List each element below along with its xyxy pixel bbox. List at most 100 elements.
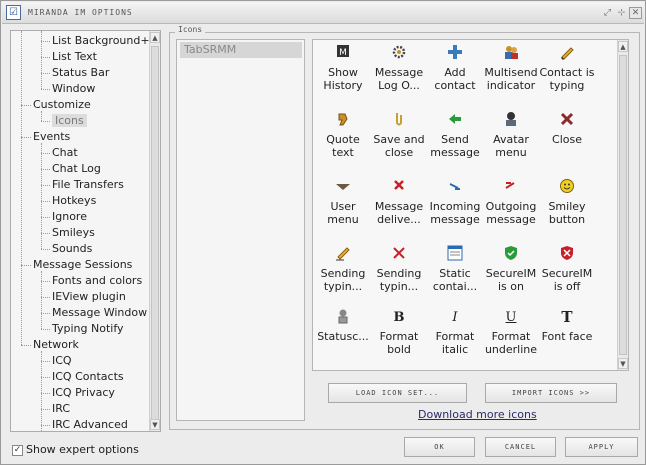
- icon-cell[interactable]: Sending typin...: [371, 245, 427, 293]
- icon-grid[interactable]: ▲ ▼ M Show History Message Log O... Add con…: [312, 39, 629, 371]
- tree-item[interactable]: ICQ Contacts: [52, 369, 124, 385]
- tree-item[interactable]: Message Window: [52, 305, 147, 321]
- tree-item[interactable]: File Transfers: [52, 177, 124, 193]
- icon-cell[interactable]: Contact is typing: [539, 44, 595, 92]
- icon-cell[interactable]: Send message: [427, 111, 483, 159]
- icon-cell[interactable]: Sending typin...: [315, 245, 371, 293]
- icon-cell[interactable]: Close: [539, 111, 595, 146]
- tree-item[interactable]: Window: [52, 81, 95, 97]
- cancel-button[interactable]: CANCEL: [485, 437, 556, 457]
- tree-item[interactable]: Ignore: [52, 209, 87, 225]
- tree-item-label: Network: [33, 338, 79, 351]
- underline-icon: U: [505, 310, 517, 325]
- tree-item[interactable]: IRC Advanced: [52, 417, 128, 431]
- tree-item[interactable]: Smileys: [52, 225, 95, 241]
- icon-label: Multisend indicator: [484, 66, 538, 92]
- icon-cell[interactable]: Statusc...: [315, 308, 371, 343]
- icon-cell[interactable]: Add contact: [427, 44, 483, 92]
- tree-item[interactable]: Typing Notify: [52, 321, 124, 337]
- show-expert-options[interactable]: ✓ Show expert options: [12, 443, 139, 457]
- icon-label: Static contai...: [432, 267, 478, 293]
- icon-cell[interactable]: Outgoing message: [483, 178, 539, 226]
- tree-guide: [41, 31, 42, 89]
- shield-on-icon: [502, 245, 520, 263]
- minimize-icon[interactable]: ⊹: [615, 7, 628, 19]
- tree-item[interactable]: Chat Log: [52, 161, 101, 177]
- italic-icon: I: [452, 310, 458, 325]
- tree-item[interactable]: Sounds: [52, 241, 92, 257]
- tree-item[interactable]: Fonts and colors: [52, 273, 142, 289]
- tree-connector: [41, 377, 50, 378]
- tree-item-label: Status Bar: [52, 66, 110, 79]
- icon-cell[interactable]: T Font face: [539, 308, 595, 343]
- tree-item-label: Message Sessions: [33, 258, 133, 271]
- tree-item-label: ICQ Privacy: [52, 386, 115, 399]
- tree-connector: [41, 41, 50, 42]
- icon-cell[interactable]: Multisend indicator: [483, 44, 539, 92]
- download-more-icons-link[interactable]: Download more icons: [418, 408, 537, 421]
- icon-cell[interactable]: B Format bold: [371, 308, 427, 356]
- tree-connector: [41, 153, 50, 154]
- icon-cell[interactable]: SecureIM is off: [539, 245, 595, 293]
- icon-cell[interactable]: Static contai...: [427, 245, 483, 293]
- expert-checkbox[interactable]: ✓: [12, 444, 23, 456]
- icon-label: Format underline: [484, 330, 538, 356]
- tree-item-label: Events: [33, 130, 71, 143]
- restore-icon[interactable]: ⤢: [601, 7, 614, 19]
- icon-cell[interactable]: Incoming message: [427, 178, 483, 226]
- icon-cell[interactable]: M Show History: [315, 44, 371, 92]
- load-icon-set-button[interactable]: LOAD ICON SET...: [328, 383, 467, 403]
- icon-cell[interactable]: I Format italic: [427, 308, 483, 356]
- options-tree[interactable]: ▲ ▼ List Background+ List Text Status Bar W…: [10, 30, 161, 432]
- close-icon[interactable]: ✕: [629, 7, 642, 19]
- category-item[interactable]: TabSRMM: [180, 42, 302, 58]
- tree-item[interactable]: List Text: [52, 49, 97, 65]
- icon-cell[interactable]: User menu: [315, 178, 371, 226]
- icon-scroll-down-icon[interactable]: ▼: [618, 358, 628, 369]
- icon-cell[interactable]: U Format underline: [483, 308, 539, 356]
- icon-scroll-up-icon[interactable]: ▲: [618, 41, 628, 52]
- tree-item[interactable]: ICQ Privacy: [52, 385, 115, 401]
- icon-label: Message delive...: [374, 200, 424, 226]
- apply-button[interactable]: APPLY: [565, 437, 638, 457]
- icon-cell[interactable]: Avatar menu: [483, 111, 539, 159]
- icon-cell[interactable]: Message Log O...: [371, 44, 427, 92]
- icon-cell[interactable]: SecureIM is on: [483, 245, 539, 293]
- tree-item[interactable]: List Background+: [52, 33, 150, 49]
- tree-item-label: List Text: [52, 50, 97, 63]
- ok-button[interactable]: OK: [404, 437, 475, 457]
- tree-item[interactable]: Message Sessions: [33, 257, 132, 273]
- tree-item[interactable]: Events: [33, 129, 70, 145]
- tree-connector: [41, 425, 50, 426]
- tree-item-label: Typing Notify: [52, 322, 124, 335]
- icon-cell[interactable]: Save and close: [371, 111, 427, 159]
- scroll-thumb[interactable]: [151, 46, 159, 420]
- tree-item[interactable]: Network: [33, 337, 79, 353]
- icon-scrollbar[interactable]: ▲ ▼: [617, 40, 628, 370]
- icon-label: Close: [552, 133, 582, 146]
- tree-item-label: Smileys: [52, 226, 95, 239]
- tree-item[interactable]: ICQ: [52, 353, 72, 369]
- tree-item-label: Chat: [52, 146, 78, 159]
- scroll-up-arrow-icon[interactable]: ▲: [150, 32, 160, 43]
- scroll-down-arrow-icon[interactable]: ▼: [150, 419, 160, 430]
- tree-item[interactable]: Chat: [52, 145, 78, 161]
- checklist-icon: ☑: [6, 5, 21, 20]
- icon-cell[interactable]: Smiley button: [539, 178, 595, 226]
- outgoing-icon: [502, 178, 520, 196]
- tree-item[interactable]: Icons: [52, 113, 87, 129]
- icon-cell[interactable]: Message delive...: [371, 178, 427, 226]
- icon-scroll-thumb[interactable]: [619, 55, 627, 355]
- import-icons-button[interactable]: IMPORT ICONS >>: [485, 383, 617, 403]
- tree-item[interactable]: Status Bar: [52, 65, 109, 81]
- tree-item[interactable]: IEView plugin: [52, 289, 126, 305]
- icon-cell[interactable]: Quote text: [315, 111, 371, 159]
- tree-scrollbar[interactable]: ▲ ▼: [149, 31, 160, 431]
- title-bar[interactable]: ☑ MIRANDA IM OPTIONS ⤢ ⊹ ✕: [2, 2, 644, 24]
- tree-item[interactable]: IRC: [52, 401, 70, 417]
- tree-item[interactable]: Hotkeys: [52, 193, 96, 209]
- tree-item-label: Window: [52, 82, 96, 95]
- container-icon: [446, 245, 464, 263]
- send-arrow-icon: [446, 111, 464, 129]
- category-list[interactable]: TabSRMM: [176, 39, 305, 421]
